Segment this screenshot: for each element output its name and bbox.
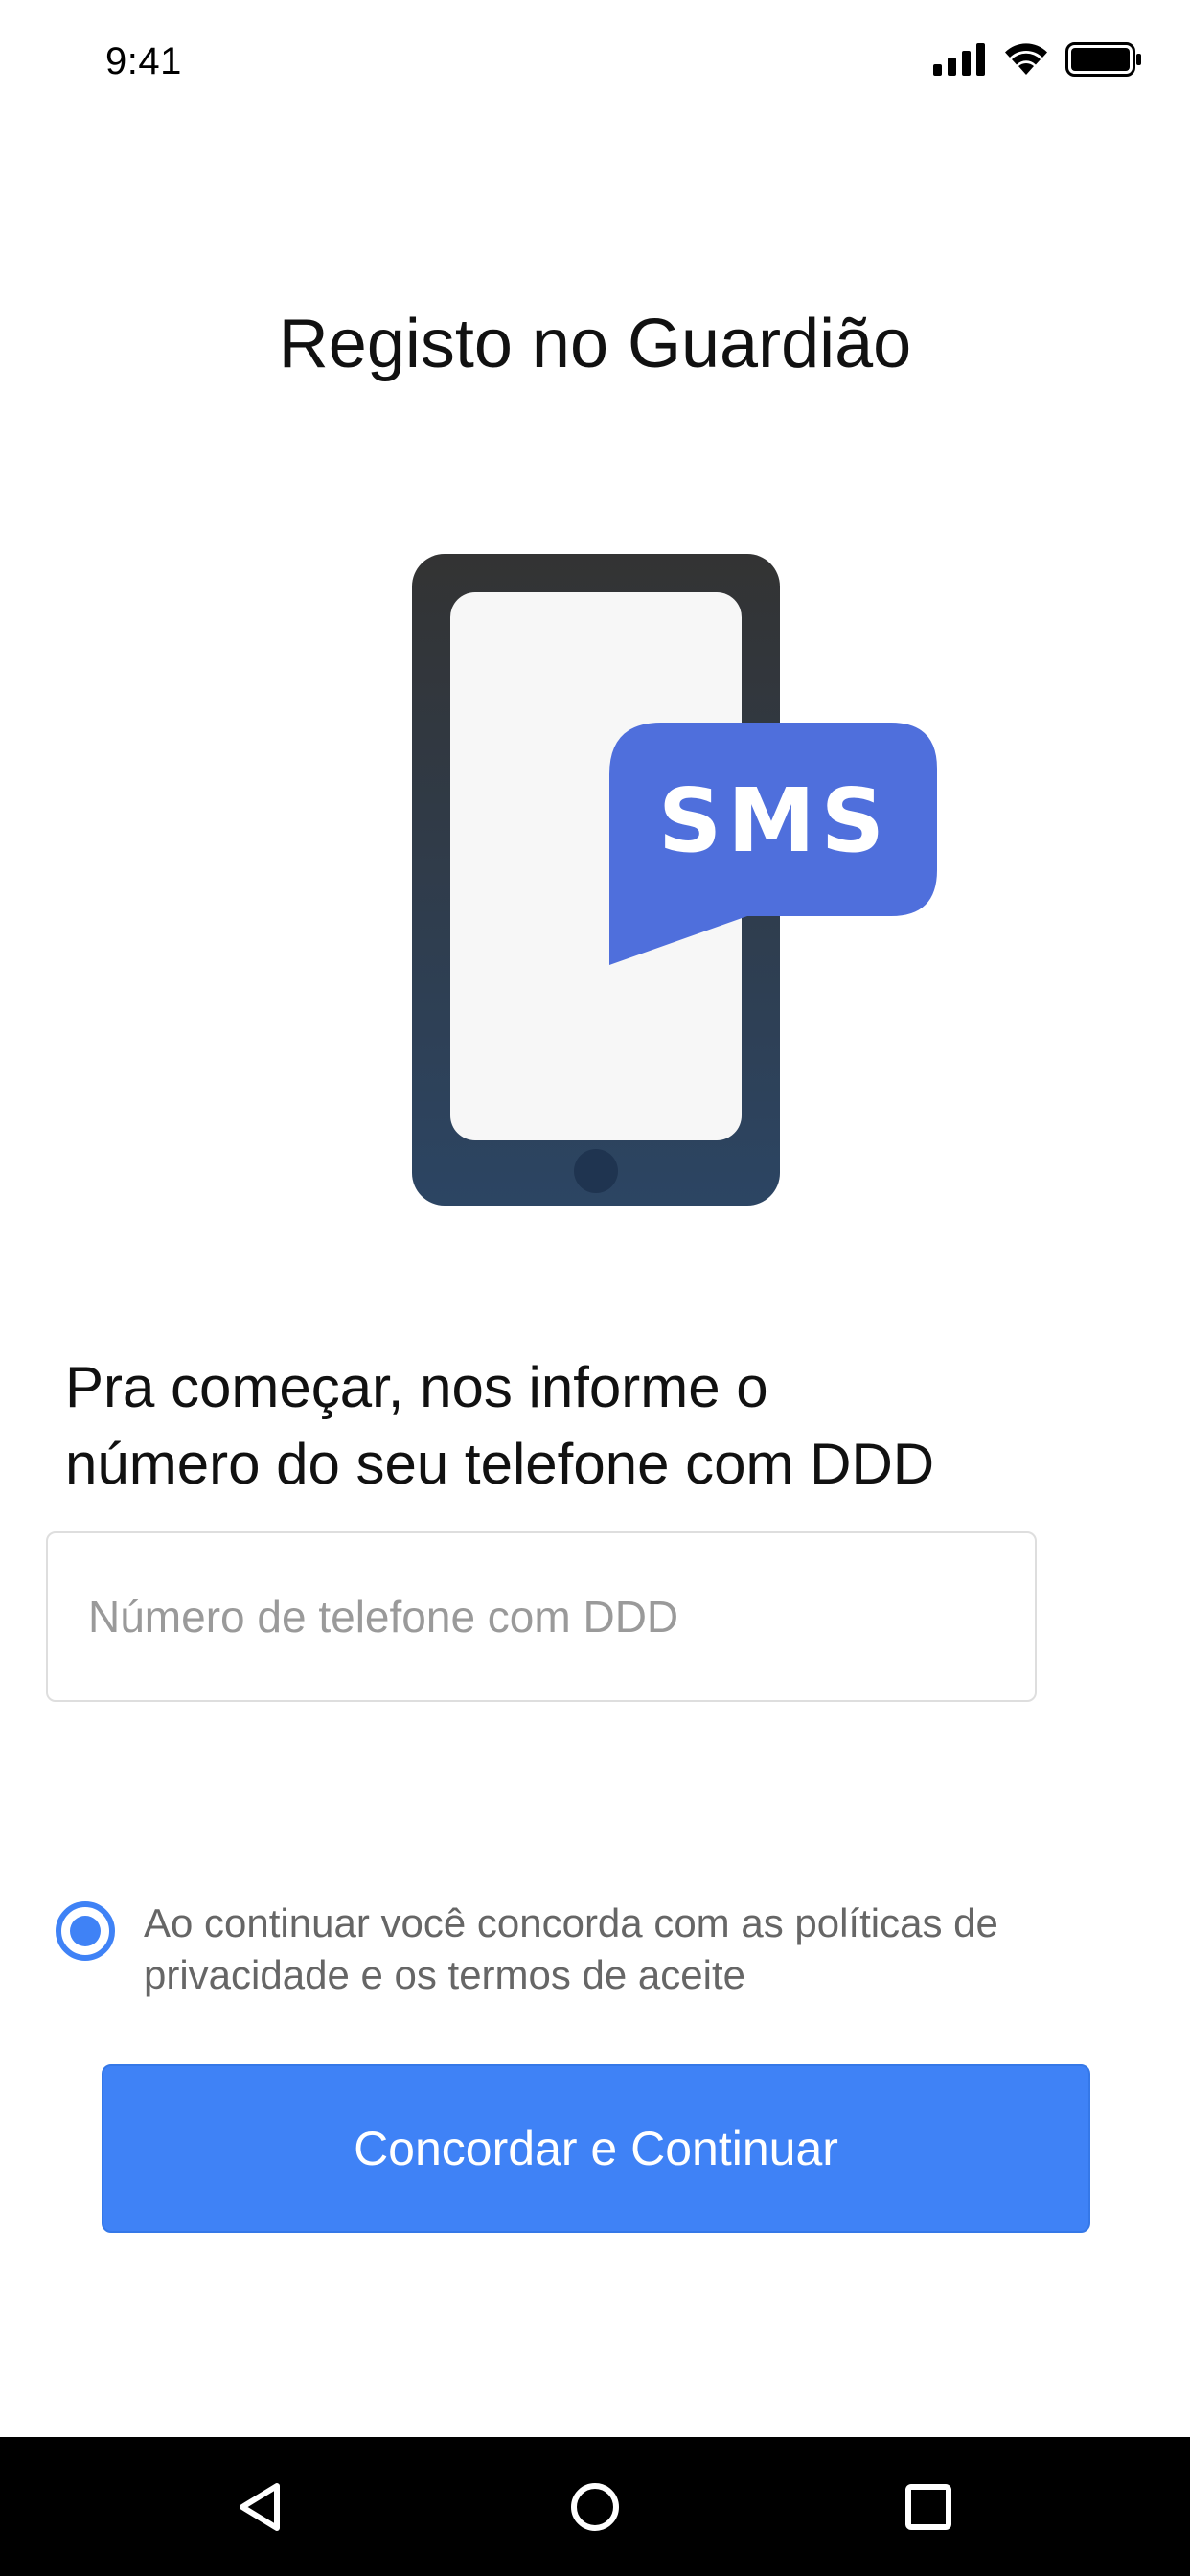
navigation-bar [0, 2437, 1190, 2576]
wifi-icon [1002, 42, 1050, 81]
agree-continue-button[interactable]: Concordar e Continuar [102, 2064, 1090, 2233]
radio-selected-dot [70, 1916, 101, 1946]
phone-prompt-line1: Pra começar, nos informe o [65, 1355, 768, 1419]
phone-prompt-line2: número do seu telefone com DDD [65, 1432, 935, 1496]
back-button[interactable] [226, 2472, 297, 2542]
consent-text: Ao continuar você concorda com as políti… [144, 1898, 998, 2001]
consent-row[interactable]: Ao continuar você concorda com as políti… [56, 1898, 1138, 2001]
phone-input-container [46, 1531, 1037, 1702]
page-title: Registo no Guardião [278, 306, 912, 383]
phone-prompt: Pra começar, nos informe o número do seu… [65, 1349, 1119, 1503]
agree-continue-label: Concordar e Continuar [354, 2122, 838, 2175]
consent-radio[interactable] [56, 1901, 115, 1961]
status-icons [933, 42, 1142, 81]
home-button[interactable] [560, 2472, 630, 2542]
sms-badge-text: SMS [658, 770, 890, 872]
recents-button[interactable] [893, 2472, 964, 2542]
sms-illustration: SMS [402, 546, 939, 1222]
consent-text-line1: Ao continuar você concorda com as políti… [144, 1900, 998, 1945]
signal-icon [933, 43, 987, 80]
status-bar: 9:41 [0, 0, 1190, 134]
consent-text-line2: privacidade e os termos de aceite [144, 1952, 746, 1997]
phone-number-input[interactable] [48, 1533, 1035, 1700]
recents-icon [905, 2484, 951, 2530]
back-icon [240, 2483, 280, 2531]
home-icon [571, 2483, 619, 2531]
status-time: 9:41 [105, 40, 182, 82]
battery-icon [1065, 42, 1142, 81]
